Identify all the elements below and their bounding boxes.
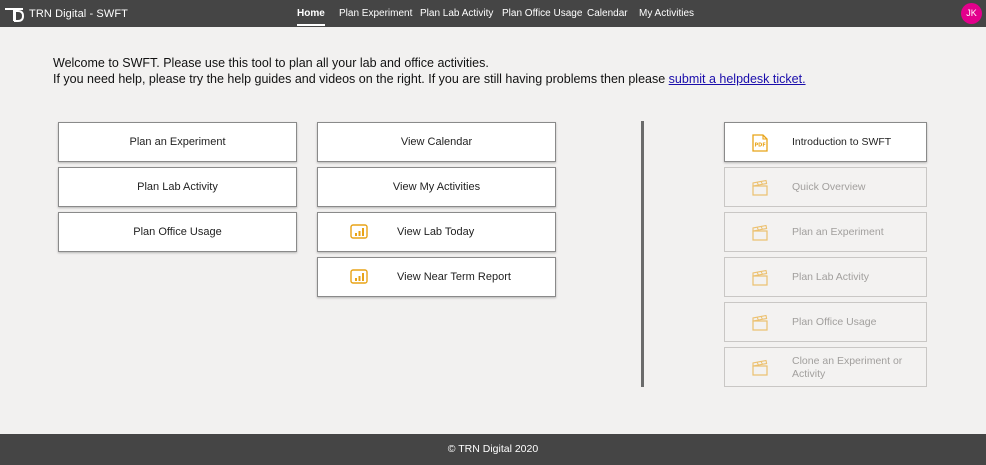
intro-line-1: Welcome to SWFT. Please use this tool to… (53, 56, 489, 70)
nav-calendar[interactable]: Calendar (587, 0, 628, 27)
intro-line-2-text: If you need help, please try the help gu… (53, 71, 669, 86)
nav-my-activities[interactable]: My Activities (639, 0, 694, 27)
help-label: Introduction to SWFT (792, 136, 892, 148)
help-label: Quick Overview (792, 181, 866, 193)
view-my-activities-tile[interactable]: View My Activities (317, 167, 556, 207)
help-quick-overview[interactable]: Quick Overview (724, 167, 927, 207)
tile-label: View My Activities (392, 181, 481, 193)
intro-line-2: If you need help, please try the help gu… (53, 72, 806, 88)
report-chart-icon (350, 224, 368, 239)
clapperboard-icon (752, 359, 768, 376)
copyright-text: © TRN Digital 2020 (447, 443, 539, 455)
helpdesk-ticket-link[interactable]: submit a helpdesk ticket. (669, 72, 806, 86)
tile-label: Plan Lab Activity (137, 181, 218, 193)
svg-text:PDF: PDF (755, 143, 766, 149)
intro-text: Welcome to SWFT. Please use this tool to… (53, 56, 806, 87)
clapperboard-icon (752, 224, 768, 241)
tile-label: View Lab Today (397, 226, 475, 238)
clapperboard-icon (752, 179, 768, 196)
clapperboard-icon (752, 314, 768, 331)
main-nav: Home Plan Experiment Plan Lab Activity P… (0, 0, 986, 27)
help-clone-experiment-or-activity[interactable]: Clone an Experiment or Activity (724, 347, 927, 387)
help-plan-lab-activity[interactable]: Plan Lab Activity (724, 257, 927, 297)
help-label: Plan Lab Activity (792, 271, 870, 283)
plan-office-usage-tile[interactable]: Plan Office Usage (58, 212, 297, 252)
nav-home[interactable]: Home (297, 0, 325, 27)
clapperboard-icon (752, 269, 768, 286)
help-plan-an-experiment[interactable]: Plan an Experiment (724, 212, 927, 252)
top-nav-bar: TRN Digital - SWFT Home Plan Experiment … (0, 0, 986, 27)
plan-experiment-tile[interactable]: Plan an Experiment (58, 122, 297, 162)
tile-label: Plan an Experiment (129, 136, 226, 148)
help-label: Plan Office Usage (792, 316, 877, 328)
plan-lab-activity-tile[interactable]: Plan Lab Activity (58, 167, 297, 207)
help-introduction-to-swft[interactable]: PDF Introduction to SWFT (724, 122, 927, 162)
nav-plan-lab-activity[interactable]: Plan Lab Activity (420, 0, 493, 27)
footer: © TRN Digital 2020 (0, 434, 986, 465)
view-lab-today-tile[interactable]: View Lab Today (317, 212, 556, 252)
tile-label: View Near Term Report (397, 271, 511, 283)
user-avatar[interactable]: JK (961, 3, 982, 24)
tile-label: View Calendar (400, 136, 473, 148)
vertical-divider (641, 121, 644, 387)
tile-label: Plan Office Usage (133, 226, 222, 238)
pdf-icon: PDF (752, 134, 768, 152)
help-label: Clone an Experiment or Activity (792, 355, 903, 380)
nav-plan-office-usage[interactable]: Plan Office Usage (502, 0, 582, 27)
view-calendar-tile[interactable]: View Calendar (317, 122, 556, 162)
nav-plan-experiment[interactable]: Plan Experiment (339, 0, 412, 27)
help-label: Plan an Experiment (792, 226, 884, 238)
help-plan-office-usage[interactable]: Plan Office Usage (724, 302, 927, 342)
report-chart-icon (350, 269, 368, 284)
view-near-term-report-tile[interactable]: View Near Term Report (317, 257, 556, 297)
